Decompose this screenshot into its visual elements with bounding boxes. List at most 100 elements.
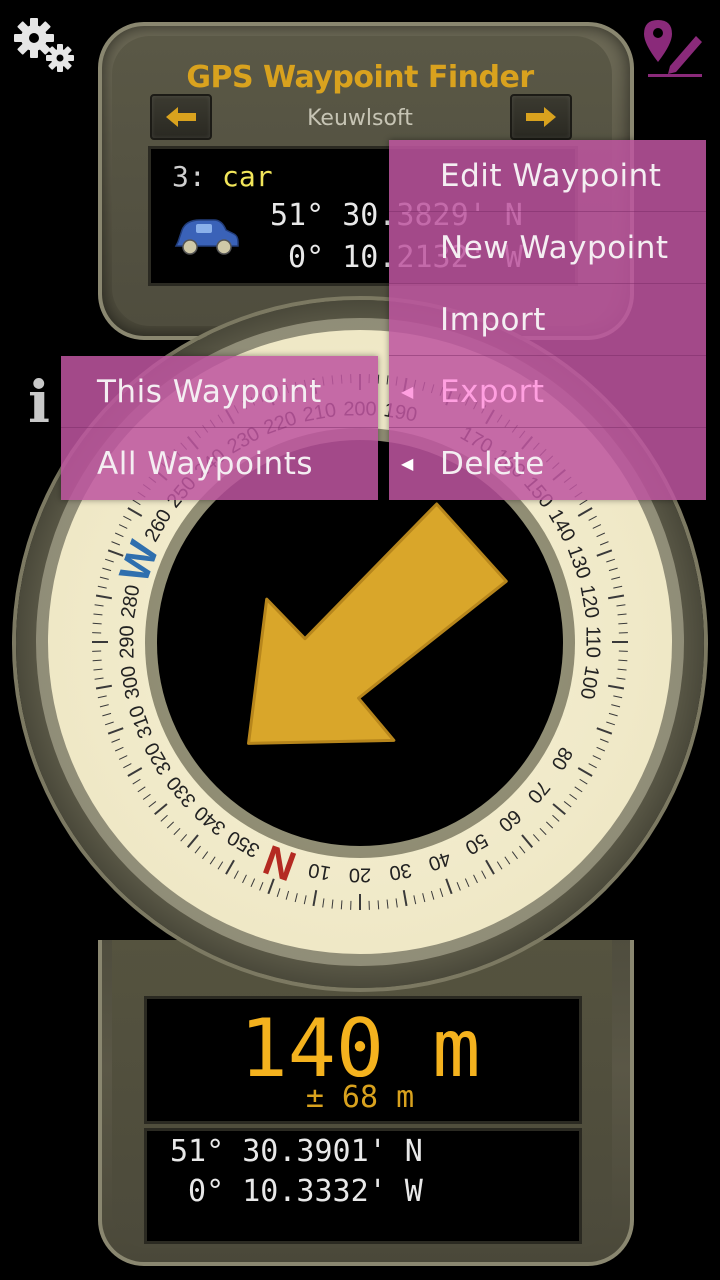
compass-tick (608, 567, 618, 572)
compass-degree-label: 40 (425, 847, 453, 875)
menu-item-delete[interactable]: ◀ Delete (389, 428, 706, 499)
submenu-item-all-waypoints[interactable]: All Waypoints (61, 428, 378, 499)
previous-waypoint-button[interactable] (150, 94, 212, 140)
compass-tick (618, 659, 628, 662)
compass-tick (217, 861, 224, 870)
waypoint-menu: Edit Waypoint New Waypoint Import ◀ Expo… (389, 140, 706, 500)
compass-tick (148, 801, 157, 808)
compass-tick (608, 712, 618, 717)
compass-tick (118, 755, 128, 760)
compass-tick (225, 859, 235, 875)
compass-tick (439, 888, 444, 898)
compass-tick (413, 895, 417, 905)
compass-tick (95, 684, 113, 690)
compass-tick (93, 668, 103, 671)
distance-accuracy: ± 68 m (305, 1080, 415, 1115)
compass-degree-label: 10 (307, 858, 333, 884)
compass-tick (588, 763, 597, 769)
compass-tick (596, 532, 606, 538)
compass-tick (340, 900, 343, 910)
arrow-left-icon (166, 107, 196, 127)
compass-tick (611, 704, 621, 708)
compass-tick (618, 622, 628, 625)
compass-tick (202, 851, 209, 860)
submenu-item-label: All Waypoints (97, 445, 314, 482)
submenu-left-arrow-icon: ◀ (401, 454, 414, 473)
compass-tick (377, 374, 380, 384)
compass-tick (294, 893, 298, 903)
compass-tick (303, 895, 307, 905)
compass-tick (607, 594, 625, 600)
menu-item-edit-waypoint[interactable]: Edit Waypoint (389, 140, 706, 212)
info-icon[interactable]: i (28, 368, 50, 436)
compass-degree-label: 280 (117, 583, 144, 620)
compass-tick (259, 881, 264, 891)
current-longitude: 0° 10.3332' W (170, 1174, 423, 1209)
compass-tick (209, 856, 216, 865)
submenu-left-arrow-icon: ◀ (401, 382, 414, 401)
compass-tick (606, 721, 616, 726)
compass-tick (616, 677, 626, 680)
next-waypoint-button[interactable] (510, 94, 572, 140)
compass-tick (473, 874, 478, 884)
compass-tick (312, 889, 318, 907)
compass-tick (616, 604, 626, 607)
menu-item-label: Delete (440, 445, 545, 482)
compass-tick (481, 870, 487, 879)
compass-tick (137, 786, 146, 793)
compass-tick (430, 890, 435, 900)
compass-tick (599, 541, 609, 546)
compass-tick (111, 738, 121, 743)
compass-tick (111, 541, 121, 546)
compass-degree-label: 120 (575, 583, 602, 620)
compass-tick (617, 613, 627, 616)
compass-tick (107, 727, 124, 735)
export-submenu: This Waypoint All Waypoints (61, 356, 378, 500)
compass-tick (127, 767, 143, 777)
compass-tick (95, 594, 113, 600)
menu-item-export[interactable]: ◀ Export (389, 356, 706, 428)
compass-tick (577, 507, 593, 517)
compass-tick (127, 507, 143, 517)
compass-tick (613, 695, 623, 699)
compass-tick (464, 878, 470, 888)
compass-tick (519, 845, 526, 854)
menu-item-new-waypoint[interactable]: New Waypoint (389, 212, 706, 284)
compass-tick (194, 845, 201, 854)
compass-tick (322, 898, 325, 908)
compass-tick (104, 558, 114, 563)
direction-arrow (247, 502, 508, 745)
submenu-item-this-waypoint[interactable]: This Waypoint (61, 356, 378, 428)
compass-degree-label: 30 (388, 858, 414, 884)
current-latitude: 51° 30.3901' N (170, 1134, 423, 1169)
compass-tick (92, 622, 102, 625)
gears-icon[interactable] (8, 14, 80, 76)
compass-tick (94, 677, 104, 680)
menu-item-label: Import (440, 301, 546, 338)
compass-degree-label: 100 (575, 664, 602, 701)
app-title: GPS Waypoint Finder (186, 60, 534, 95)
menu-item-label: Export (440, 373, 545, 410)
compass-tick (402, 889, 408, 907)
menu-item-label: New Waypoint (440, 229, 669, 266)
pin-pencil-icon[interactable] (640, 18, 706, 80)
compass-tick (94, 604, 104, 607)
car-icon (174, 219, 239, 255)
compass-degree-label: 290 (116, 625, 138, 658)
compass-tick (250, 878, 256, 888)
compass-degree-label: 130 (563, 543, 595, 582)
compass-tick (99, 576, 109, 580)
arrow-right-icon (526, 107, 556, 127)
compass-tick (285, 890, 290, 900)
compass-tick (485, 859, 495, 875)
compass-degree-label: 110 (582, 626, 604, 658)
compass-tick (599, 738, 609, 743)
compass-degree-label: 300 (117, 664, 144, 701)
compass-tick (331, 899, 334, 909)
compass-tick (596, 746, 606, 752)
compass-tick (92, 659, 102, 662)
compass-tick (592, 755, 602, 760)
compass-tick (97, 695, 107, 699)
compass-tick (386, 899, 389, 909)
menu-item-import[interactable]: Import (389, 284, 706, 356)
